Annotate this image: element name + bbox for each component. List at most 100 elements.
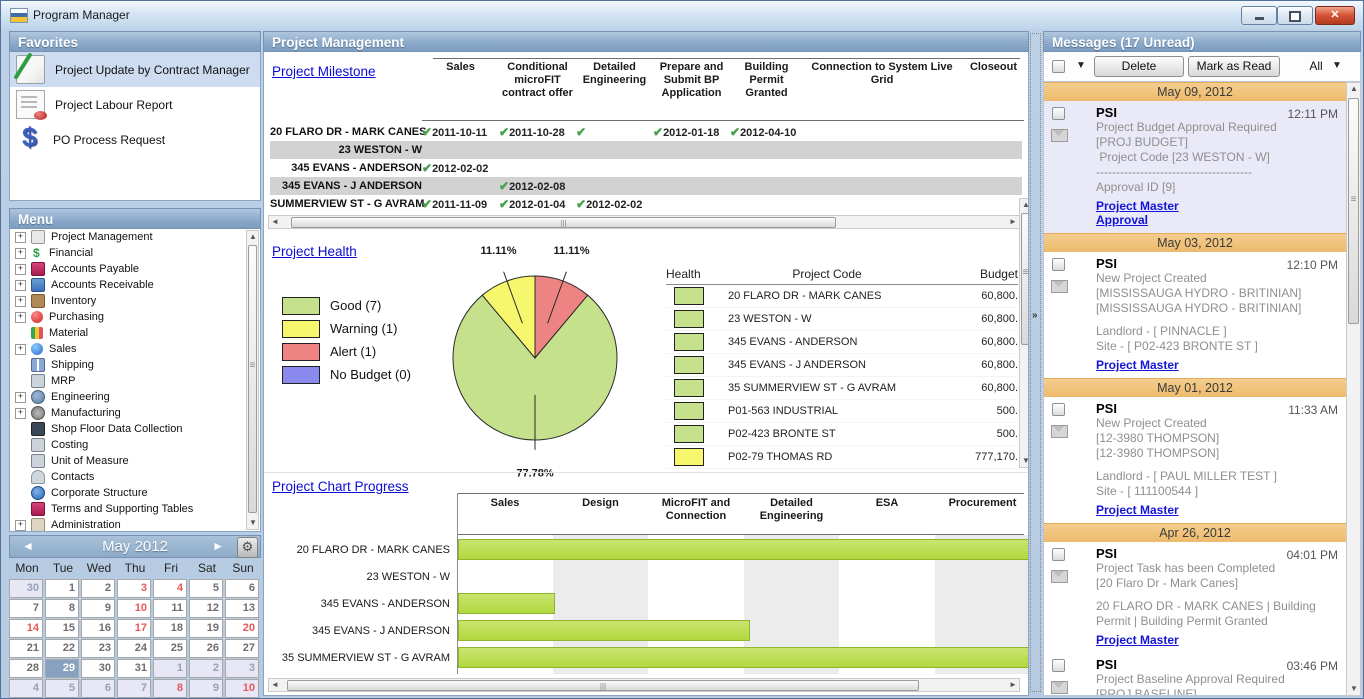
message-checkbox[interactable] <box>1052 403 1065 416</box>
calendar-day-cell[interactable]: 26 <box>189 639 223 658</box>
scroll-up-icon[interactable]: ▲ <box>1348 83 1360 95</box>
calendar-day-cell[interactable]: 1 <box>45 579 79 598</box>
calendar-day-cell[interactable]: 31 <box>117 659 151 678</box>
calendar-day-cell[interactable]: 16 <box>81 619 115 638</box>
calendar-day-cell[interactable]: 12 <box>189 599 223 618</box>
message-link-project-master[interactable]: Project Master <box>1096 633 1179 647</box>
mark-as-read-button[interactable]: Mark as Read <box>1188 56 1280 77</box>
scroll-right-icon[interactable]: ► <box>1007 679 1019 691</box>
maximize-button[interactable] <box>1277 6 1313 25</box>
messages-scrollbar[interactable]: ▲ ▼ <box>1346 82 1361 696</box>
menu-item-costing[interactable]: Costing <box>10 437 260 453</box>
scroll-up-icon[interactable]: ▲ <box>1020 199 1029 211</box>
calendar-day-cell[interactable]: 8 <box>153 679 187 698</box>
menu-item-terms-and-supporting-tables[interactable]: Terms and Supporting Tables <box>10 501 260 517</box>
calendar-day-cell[interactable]: 27 <box>225 639 259 658</box>
menu-item-engineering[interactable]: +Engineering <box>10 389 260 405</box>
menu-item-financial[interactable]: +Financial <box>10 245 260 261</box>
calendar-day-cell[interactable]: 13 <box>225 599 259 618</box>
calendar-day-cell[interactable]: 18 <box>153 619 187 638</box>
calendar-gear-icon[interactable]: ⚙ <box>237 537 258 558</box>
expand-icon[interactable]: + <box>15 408 26 419</box>
expand-icon[interactable]: + <box>15 312 26 323</box>
calendar-day-cell[interactable]: 21 <box>9 639 43 658</box>
menu-item-material[interactable]: Material <box>10 325 260 341</box>
menu-item-project-management[interactable]: +Project Management <box>10 229 260 245</box>
calendar-day-cell[interactable]: 17 <box>117 619 151 638</box>
calendar-day-cell[interactable]: 6 <box>225 579 259 598</box>
milestone-hscrollbar[interactable]: ◄ ► <box>268 215 1020 229</box>
menu-item-accounts-receivable[interactable]: +Accounts Receivable <box>10 277 260 293</box>
progress-hscrollbar-thumb[interactable] <box>287 680 919 691</box>
calendar-day-cell[interactable]: 7 <box>9 599 43 618</box>
calendar-day-cell[interactable]: 23 <box>81 639 115 658</box>
select-dropdown-icon[interactable]: ▼ <box>1076 60 1086 71</box>
favorites-item-project-update-by-contract-manager[interactable]: Project Update by Contract Manager <box>10 52 260 87</box>
calendar-day-cell[interactable]: 9 <box>189 679 223 698</box>
expand-icon[interactable]: + <box>15 280 26 291</box>
expand-icon[interactable]: + <box>15 392 26 403</box>
message-link-project-master[interactable]: Project Master <box>1096 503 1179 517</box>
calendar-day-cell[interactable]: 7 <box>117 679 151 698</box>
calendar-day-cell[interactable]: 1 <box>153 659 187 678</box>
menu-scrollbar[interactable]: ▲ ▼ <box>246 230 259 530</box>
menu-item-shop-floor-data-collection[interactable]: Shop Floor Data Collection <box>10 421 260 437</box>
calendar-day-cell[interactable]: 4 <box>153 579 187 598</box>
message-link-project-master[interactable]: Project Master <box>1096 199 1179 213</box>
project-chart-progress-link[interactable]: Project Chart Progress <box>272 479 409 494</box>
calendar-next-icon[interactable]: ► <box>212 536 224 557</box>
menu-item-administration[interactable]: +Administration <box>10 517 260 532</box>
health-vscrollbar[interactable]: ▲ ▼ <box>1019 198 1029 468</box>
calendar-day-cell[interactable]: 30 <box>9 579 43 598</box>
menu-item-contacts[interactable]: Contacts <box>10 469 260 485</box>
scroll-right-icon[interactable]: ► <box>1007 216 1019 228</box>
calendar-day-cell[interactable]: 3 <box>225 659 259 678</box>
delete-button[interactable]: Delete <box>1094 56 1184 77</box>
message-checkbox[interactable] <box>1052 548 1065 561</box>
calendar-day-cell[interactable]: 5 <box>189 579 223 598</box>
project-milestone-link[interactable]: Project Milestone <box>272 64 376 79</box>
expand-icon[interactable]: + <box>15 520 26 531</box>
favorites-item-project-labour-report[interactable]: Project Labour Report <box>10 87 260 122</box>
progress-hscrollbar[interactable]: ◄ ► <box>268 678 1020 692</box>
scroll-up-icon[interactable]: ▲ <box>247 231 259 243</box>
health-vscrollbar-thumb[interactable] <box>1021 213 1029 345</box>
scroll-down-icon[interactable]: ▼ <box>1020 455 1029 467</box>
calendar-day-cell[interactable]: 28 <box>9 659 43 678</box>
select-all-checkbox[interactable] <box>1052 60 1065 73</box>
menu-item-inventory[interactable]: +Inventory <box>10 293 260 309</box>
calendar-day-cell[interactable]: 22 <box>45 639 79 658</box>
menu-item-accounts-payable[interactable]: +Accounts Payable <box>10 261 260 277</box>
menu-item-sales[interactable]: +Sales <box>10 341 260 357</box>
menu-item-mrp[interactable]: MRP <box>10 373 260 389</box>
calendar-day-cell[interactable]: 9 <box>81 599 115 618</box>
message-checkbox[interactable] <box>1052 258 1065 271</box>
expand-icon[interactable]: + <box>15 232 26 243</box>
milestone-hscrollbar-thumb[interactable] <box>291 217 836 228</box>
calendar-day-cell[interactable]: 2 <box>81 579 115 598</box>
project-health-link[interactable]: Project Health <box>272 244 357 259</box>
calendar-day-cell[interactable]: 14 <box>9 619 43 638</box>
calendar-day-cell[interactable]: 5 <box>45 679 79 698</box>
menu-scrollbar-thumb[interactable] <box>248 245 257 513</box>
calendar-day-cell[interactable]: 6 <box>81 679 115 698</box>
scroll-left-icon[interactable]: ◄ <box>269 679 281 691</box>
calendar-day-cell[interactable]: 20 <box>225 619 259 638</box>
calendar-day-cell[interactable]: 10 <box>117 599 151 618</box>
panel-splitter[interactable]: » <box>1030 33 1041 692</box>
calendar-day-cell[interactable]: 11 <box>153 599 187 618</box>
messages-scrollbar-thumb[interactable] <box>1348 98 1359 324</box>
calendar-day-cell[interactable]: 2 <box>189 659 223 678</box>
filter-dropdown[interactable]: All <box>1296 56 1336 77</box>
message-checkbox[interactable] <box>1052 659 1065 672</box>
calendar-day-cell[interactable]: 4 <box>9 679 43 698</box>
scroll-left-icon[interactable]: ◄ <box>269 216 281 228</box>
favorites-item-po-process-request[interactable]: PO Process Request <box>10 122 260 157</box>
calendar-day-cell[interactable]: 24 <box>117 639 151 658</box>
menu-item-manufacturing[interactable]: +Manufacturing <box>10 405 260 421</box>
calendar-day-cell[interactable]: 3 <box>117 579 151 598</box>
calendar-day-cell[interactable]: 15 <box>45 619 79 638</box>
scroll-down-icon[interactable]: ▼ <box>1348 683 1360 695</box>
calendar-day-cell[interactable]: 30 <box>81 659 115 678</box>
close-button[interactable]: ✕ <box>1315 6 1355 25</box>
